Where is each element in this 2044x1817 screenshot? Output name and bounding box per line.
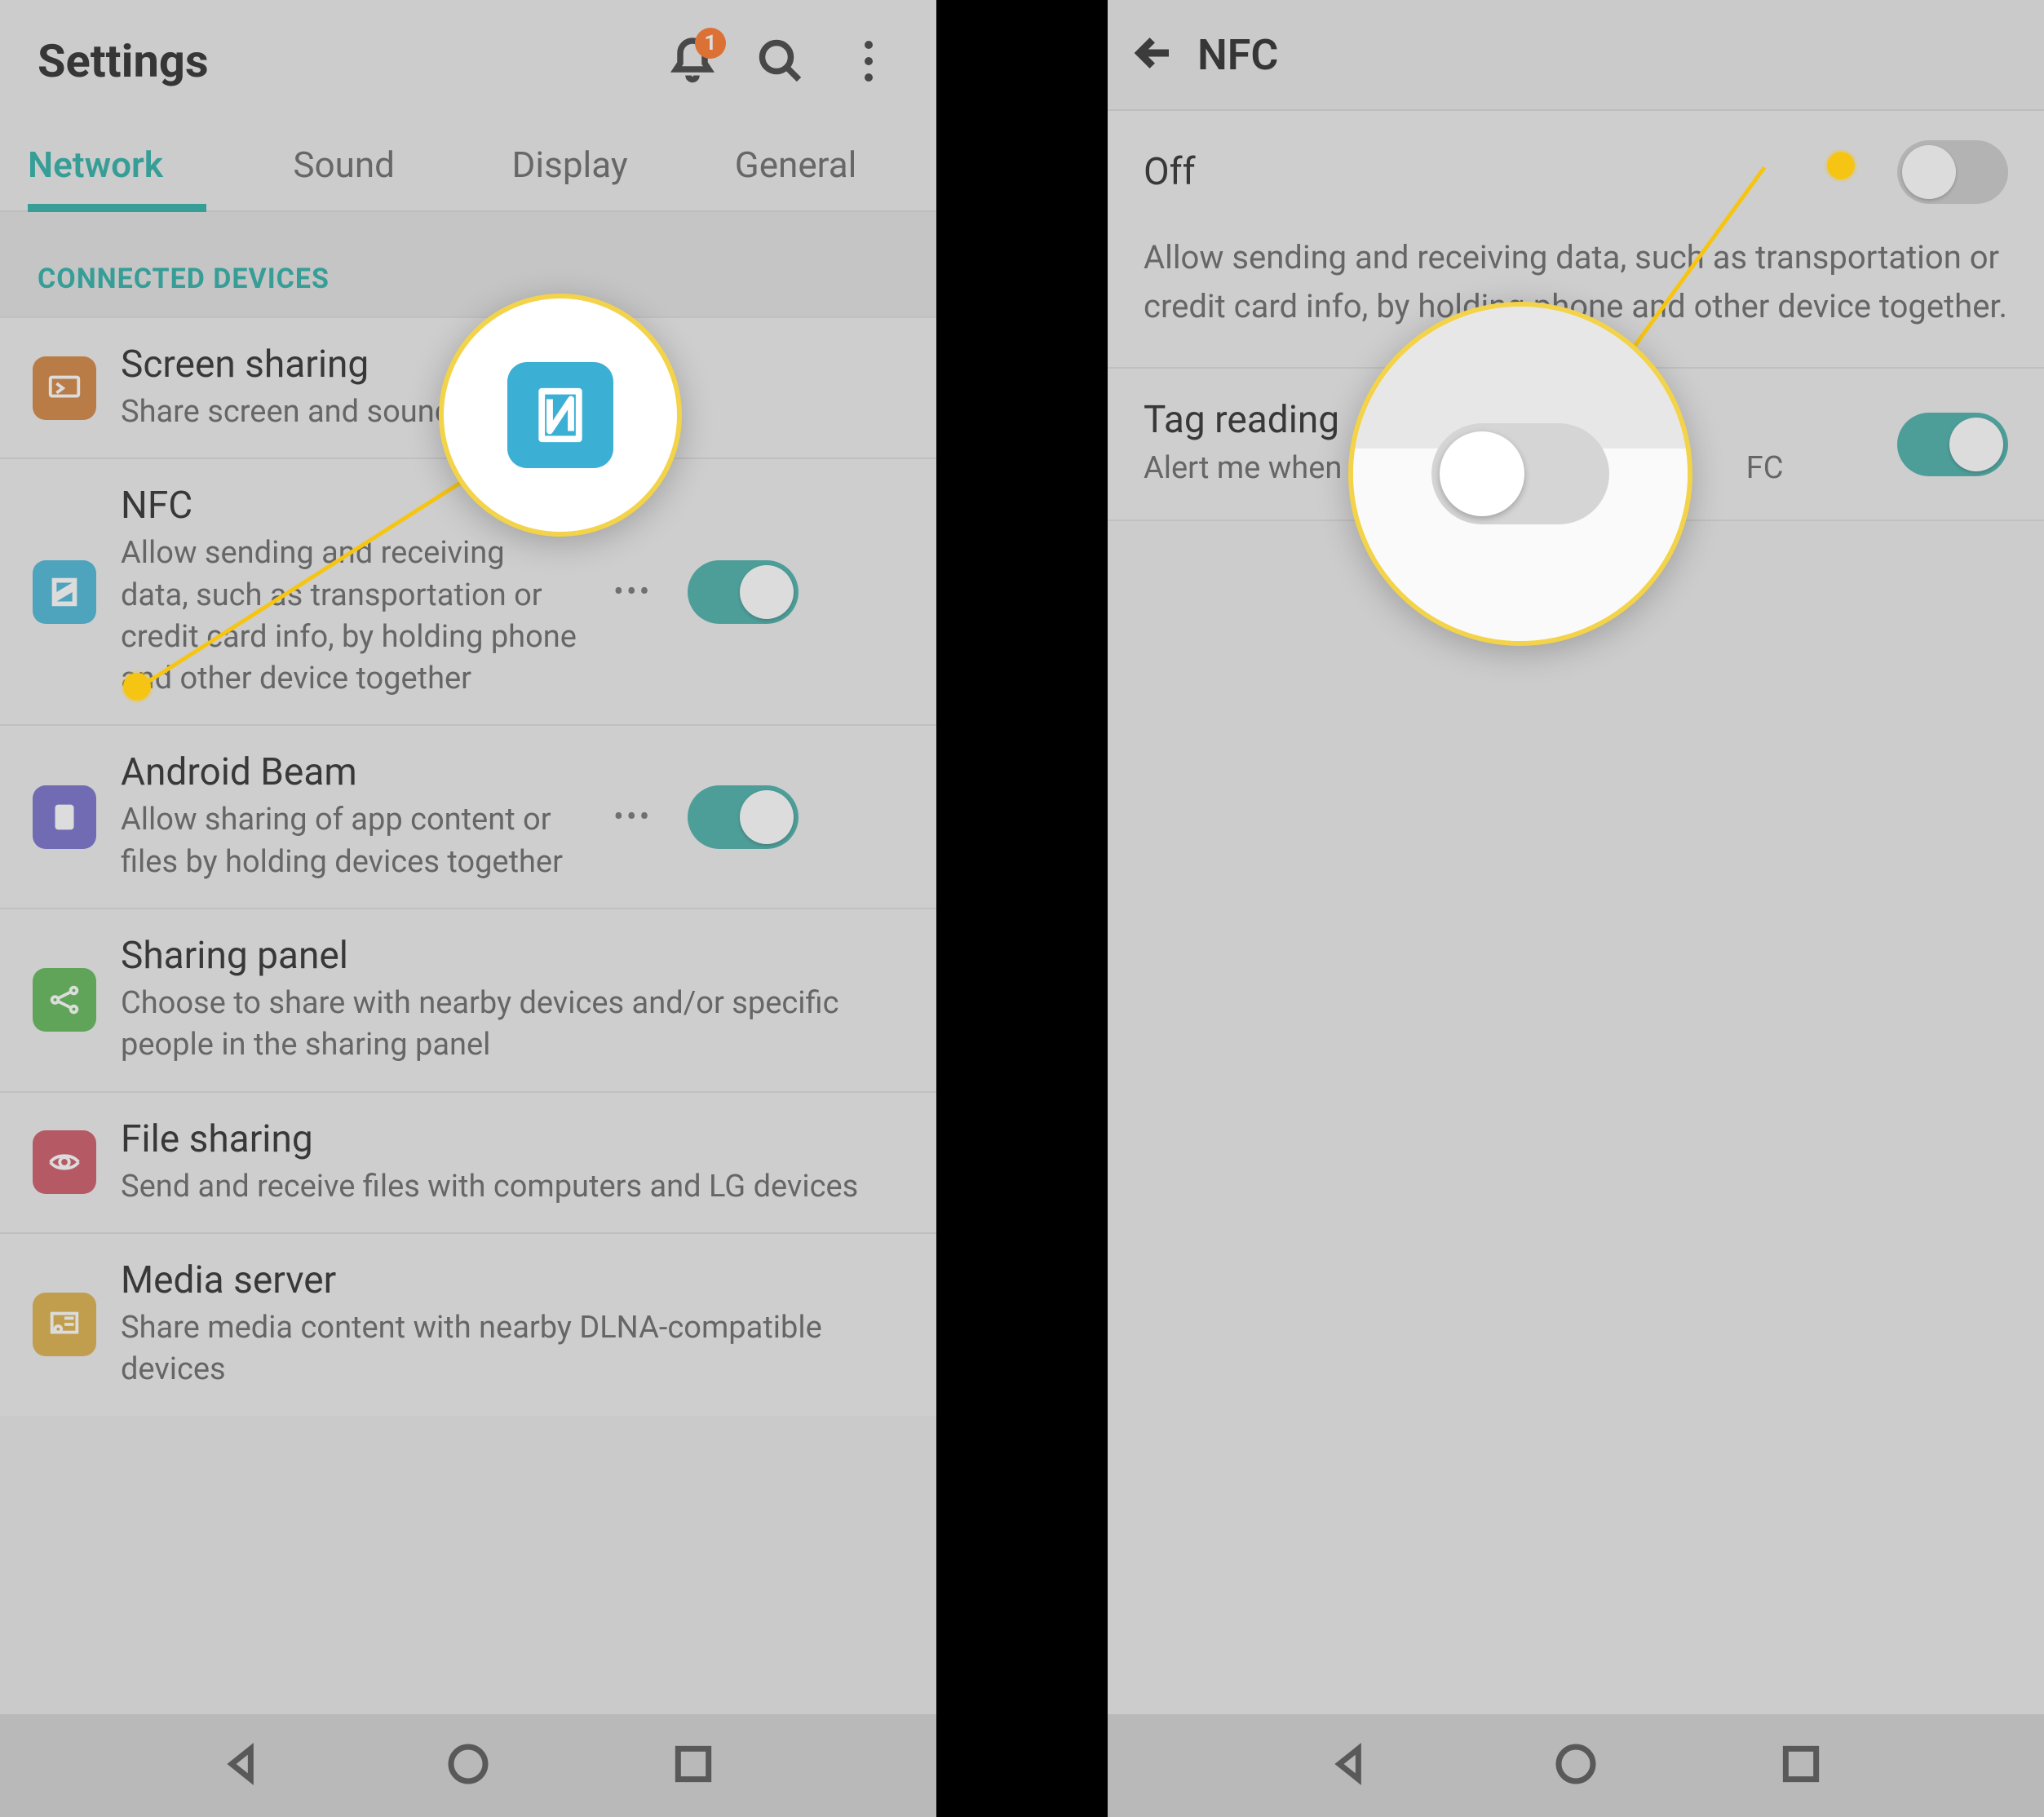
- android-beam-toggle[interactable]: [688, 785, 799, 849]
- overflow-menu-icon[interactable]: [838, 31, 899, 91]
- nfc-screen: NFC Off Allow sending and receiving data…: [1108, 0, 2044, 1817]
- nav-home-icon[interactable]: [445, 1741, 491, 1790]
- callout-anchor-dot: [123, 673, 151, 701]
- row-subtitle: Allow sharing of app content or files by…: [121, 799, 577, 883]
- callout-anchor-dot: [1827, 152, 1855, 179]
- nav-back-icon[interactable]: [220, 1741, 266, 1790]
- nfc-toggle[interactable]: [688, 560, 799, 624]
- search-icon[interactable]: [750, 31, 811, 91]
- row-title: Sharing panel: [121, 934, 907, 978]
- notification-badge: 1: [695, 28, 726, 59]
- settings-header: Settings 1: [0, 0, 936, 122]
- tab-network[interactable]: Network: [28, 144, 231, 201]
- row-subtitle: Allow sending and receiving data, such a…: [121, 533, 577, 700]
- android-nav-bar: [1108, 1714, 2044, 1817]
- android-nav-bar: [0, 1714, 936, 1817]
- row-title: Android Beam: [121, 750, 577, 794]
- callout-nfc-toggle: [1348, 302, 1692, 646]
- media-server-icon: [33, 1293, 96, 1356]
- row-title: Media server: [121, 1258, 907, 1302]
- nfc-header: NFC: [1108, 0, 2044, 111]
- row-title: File sharing: [121, 1117, 907, 1161]
- nav-back-icon[interactable]: [1328, 1741, 1374, 1790]
- section-header-connected-devices: CONNECTED DEVICES: [0, 212, 936, 316]
- android-beam-icon: [33, 785, 96, 849]
- callout-nfc-icon: [439, 294, 682, 537]
- tab-display[interactable]: Display: [457, 144, 683, 201]
- nav-recent-icon[interactable]: [670, 1741, 716, 1790]
- settings-screen: Settings 1 Network Sound Display General…: [0, 0, 936, 1817]
- notifications-icon[interactable]: 1: [662, 31, 723, 91]
- row-nfc-master[interactable]: Off: [1108, 111, 2044, 233]
- nav-recent-icon[interactable]: [1778, 1741, 1824, 1790]
- screen-sharing-icon: [33, 356, 96, 420]
- more-icon[interactable]: •••: [602, 799, 663, 835]
- tab-general[interactable]: General: [683, 144, 909, 201]
- more-icon[interactable]: •••: [602, 574, 663, 610]
- settings-tabs: Network Sound Display General: [0, 122, 936, 212]
- row-media-server[interactable]: Media server Share media content with ne…: [0, 1232, 936, 1416]
- row-sharing-panel[interactable]: Sharing panel Choose to share with nearb…: [0, 908, 936, 1091]
- tag-reading-toggle[interactable]: [1897, 413, 2008, 476]
- sharing-panel-icon: [33, 968, 96, 1032]
- row-file-sharing[interactable]: File sharing Send and receive files with…: [0, 1091, 936, 1232]
- nav-home-icon[interactable]: [1553, 1741, 1599, 1790]
- tab-sound[interactable]: Sound: [231, 144, 457, 201]
- row-subtitle: Share media content with nearby DLNA-com…: [121, 1307, 907, 1391]
- nfc-master-toggle[interactable]: [1897, 140, 2008, 204]
- toggle-off-preview: [1431, 423, 1609, 524]
- nfc-icon: [507, 362, 613, 468]
- page-title: Settings: [38, 34, 635, 88]
- row-subtitle: Choose to share with nearby devices and/…: [121, 983, 907, 1067]
- row-android-beam[interactable]: Android Beam Allow sharing of app conten…: [0, 724, 936, 908]
- page-title: NFC: [1197, 30, 1278, 80]
- file-sharing-icon: [33, 1130, 96, 1194]
- nfc-icon: [33, 560, 96, 624]
- row-subtitle: Send and receive files with computers an…: [121, 1166, 907, 1208]
- back-icon[interactable]: [1132, 31, 1176, 78]
